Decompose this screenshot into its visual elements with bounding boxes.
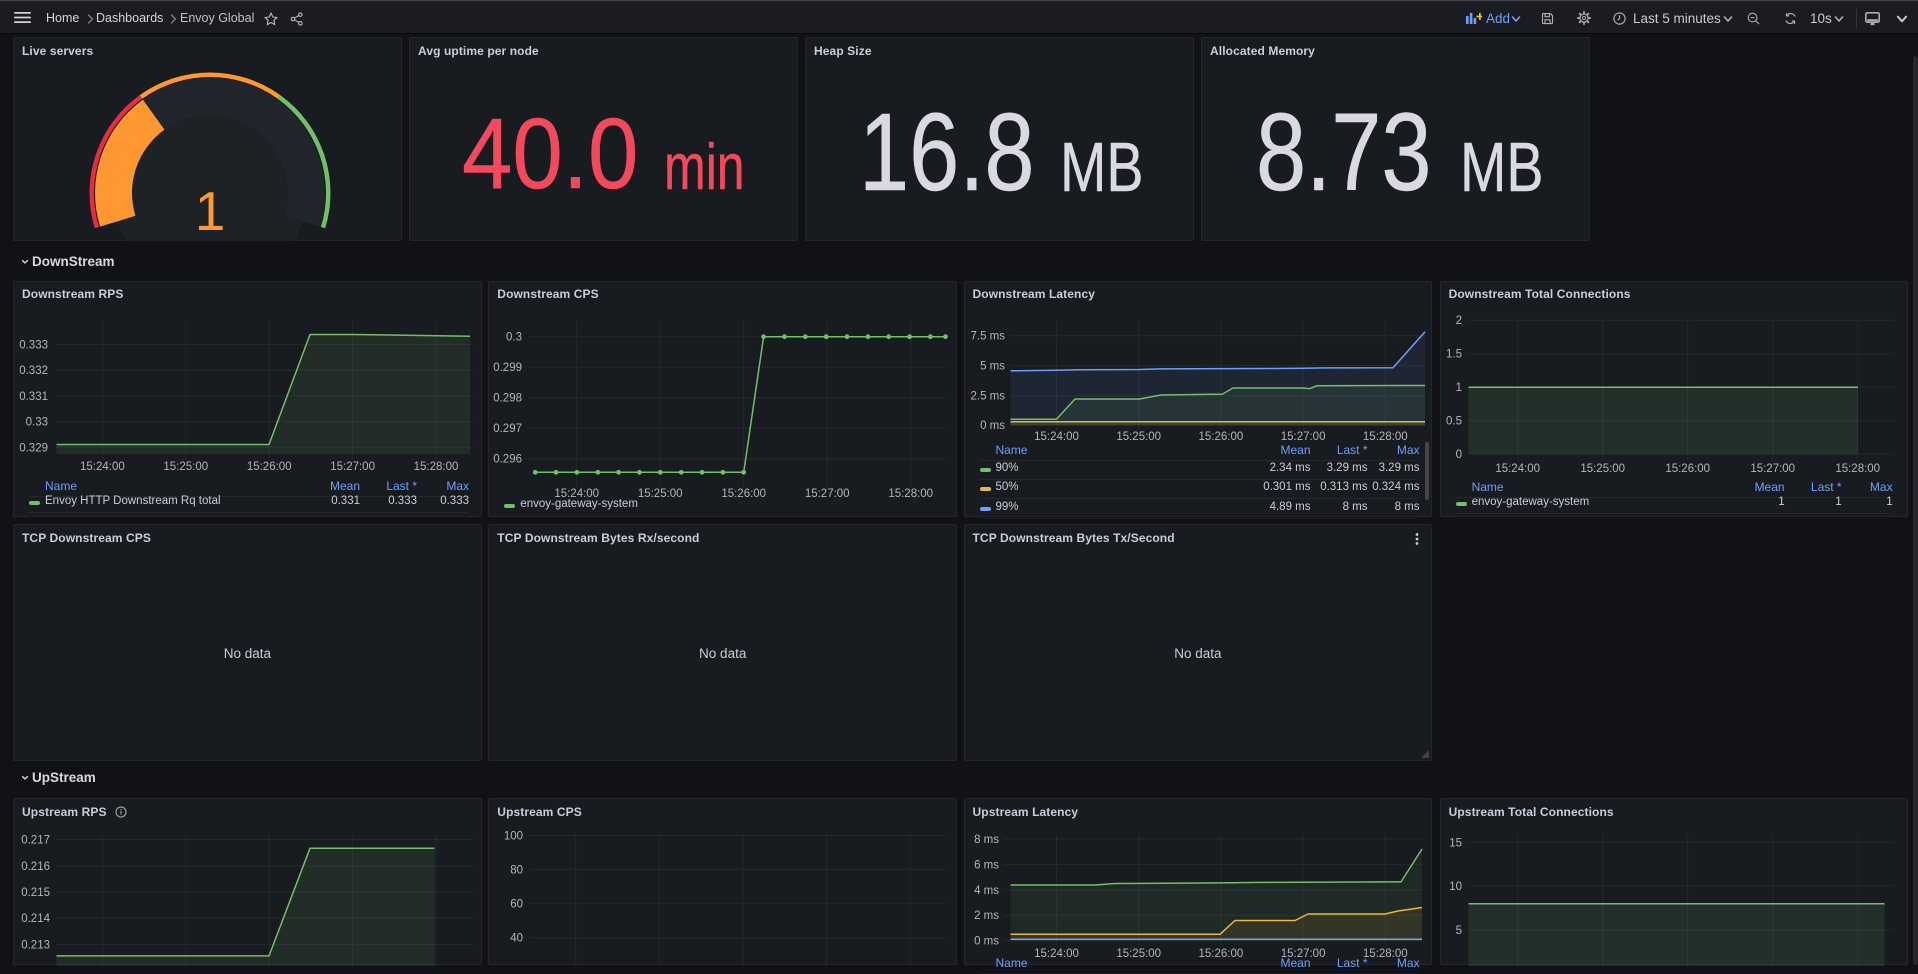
svg-text:100: 100 (504, 831, 523, 843)
svg-text:15:28:00: 15:28:00 (1362, 431, 1407, 443)
svg-text:80: 80 (511, 864, 524, 876)
svg-text:15:24:00: 15:24:00 (1495, 463, 1540, 475)
svg-text:15:26:00: 15:26:00 (1665, 463, 1710, 475)
svg-text:15:24:00: 15:24:00 (1034, 431, 1079, 443)
svg-text:4 ms: 4 ms (974, 885, 999, 897)
svg-text:15:25:00: 15:25:00 (1116, 948, 1161, 960)
svg-text:0.333: 0.333 (19, 339, 48, 351)
svg-text:15:28:00: 15:28:00 (1835, 463, 1880, 475)
svg-text:15:28:00: 15:28:00 (1362, 948, 1407, 960)
svg-text:8 ms: 8 ms (974, 834, 999, 846)
svg-text:1.5: 1.5 (1446, 348, 1462, 360)
svg-text:15:27:00: 15:27:00 (805, 488, 850, 500)
svg-text:0.213: 0.213 (21, 939, 50, 951)
svg-text:0.329: 0.329 (19, 442, 48, 454)
svg-text:0.214: 0.214 (21, 913, 50, 925)
svg-text:5 ms: 5 ms (980, 360, 1005, 372)
svg-text:15:26:00: 15:26:00 (1198, 431, 1243, 443)
svg-text:15:26:00: 15:26:00 (722, 488, 767, 500)
svg-text:6 ms: 6 ms (974, 859, 999, 871)
svg-text:0.216: 0.216 (21, 861, 50, 873)
svg-text:2.5 ms: 2.5 ms (970, 390, 1005, 402)
svg-text:15:27:00: 15:27:00 (330, 461, 375, 473)
svg-text:15:25:00: 15:25:00 (638, 488, 683, 500)
svg-text:15:25:00: 15:25:00 (1116, 431, 1161, 443)
svg-text:0.331: 0.331 (19, 390, 48, 402)
svg-text:60: 60 (511, 898, 524, 910)
svg-text:15:27:00: 15:27:00 (1280, 948, 1325, 960)
svg-text:40: 40 (511, 933, 524, 945)
svg-text:0 ms: 0 ms (980, 420, 1005, 432)
svg-text:15:24:00: 15:24:00 (1034, 948, 1079, 960)
svg-text:0.33: 0.33 (26, 416, 48, 428)
svg-text:0.299: 0.299 (494, 362, 523, 374)
svg-text:15:24:00: 15:24:00 (80, 461, 125, 473)
svg-text:15:27:00: 15:27:00 (1280, 431, 1325, 443)
svg-text:5: 5 (1455, 925, 1461, 937)
svg-text:0.298: 0.298 (494, 392, 523, 404)
svg-text:0.296: 0.296 (494, 453, 523, 465)
svg-text:2 ms: 2 ms (974, 910, 999, 922)
svg-text:15:28:00: 15:28:00 (889, 488, 934, 500)
svg-text:15:26:00: 15:26:00 (247, 461, 292, 473)
svg-text:2: 2 (1455, 315, 1461, 327)
svg-text:0.217: 0.217 (21, 835, 50, 847)
svg-text:7.5 ms: 7.5 ms (970, 330, 1005, 342)
svg-text:0.297: 0.297 (494, 423, 523, 435)
svg-text:15:28:00: 15:28:00 (414, 461, 459, 473)
svg-text:15:27:00: 15:27:00 (1750, 463, 1795, 475)
svg-text:0 ms: 0 ms (974, 936, 999, 948)
svg-text:1: 1 (195, 180, 226, 241)
svg-text:1: 1 (1455, 382, 1461, 394)
svg-text:15:25:00: 15:25:00 (1580, 463, 1625, 475)
svg-text:0.3: 0.3 (506, 331, 522, 343)
svg-text:15: 15 (1449, 837, 1462, 849)
svg-text:0.332: 0.332 (19, 365, 48, 377)
svg-text:15:26:00: 15:26:00 (1198, 948, 1243, 960)
svg-text:0.5: 0.5 (1446, 415, 1462, 427)
svg-text:0: 0 (1455, 449, 1461, 461)
svg-text:15:25:00: 15:25:00 (163, 461, 208, 473)
svg-text:10: 10 (1449, 881, 1462, 893)
svg-text:0.215: 0.215 (21, 887, 50, 899)
